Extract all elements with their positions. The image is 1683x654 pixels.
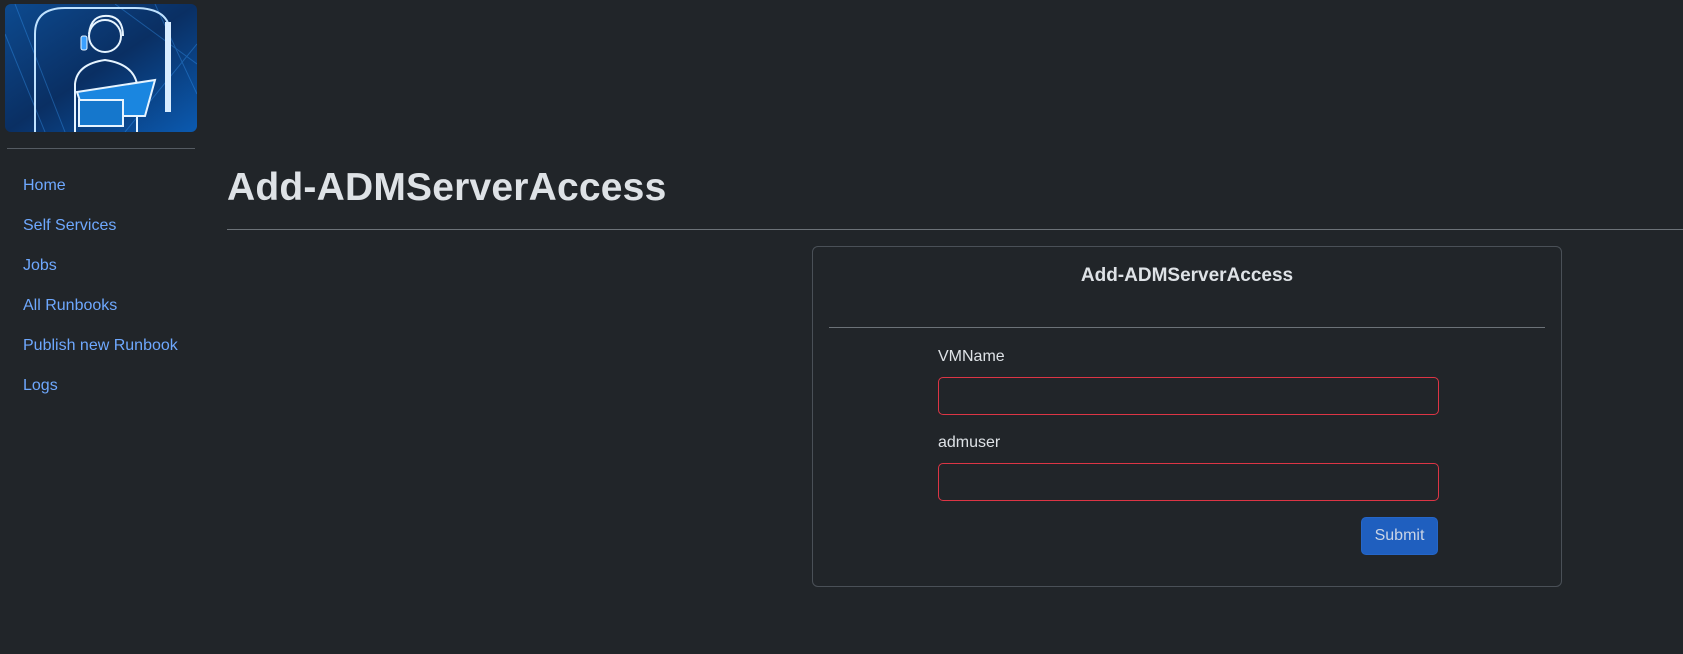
sidebar-item-publish-runbook: Publish new Runbook [23,332,178,372]
admuser-label: admuser [938,434,1001,451]
sidebar-link-jobs[interactable]: Jobs [23,252,57,280]
sidebar-link-publish-runbook[interactable]: Publish new Runbook [23,332,178,360]
sidebar-item-jobs: Jobs [23,252,178,292]
sidebar-link-all-runbooks[interactable]: All Runbooks [23,292,117,320]
app-root: Home Self Services Jobs All Runbooks Pub… [0,0,1683,654]
form-title: Add-ADMServerAccess [1080,265,1294,286]
vmname-input[interactable] [938,377,1439,415]
form-divider [829,327,1545,328]
sidebar-divider [7,148,195,149]
runbook-form-card: Add-ADMServerAccess VMName admuser Submi… [812,246,1562,587]
sidebar-link-home[interactable]: Home [23,172,66,200]
submit-button[interactable]: Submit [1361,517,1438,555]
sidebar-link-logs[interactable]: Logs [23,372,58,400]
page-title: Add-ADMServerAccess [227,166,667,209]
sidebar-item-home: Home [23,172,178,212]
title-divider [227,229,1683,230]
sidebar-nav: Home Self Services Jobs All Runbooks Pub… [23,172,178,412]
logo-illustration-icon [5,4,197,132]
sidebar: Home Self Services Jobs All Runbooks Pub… [0,0,200,654]
sidebar-item-self-services: Self Services [23,212,178,252]
logo[interactable] [5,4,197,132]
admuser-input[interactable] [938,463,1439,501]
vmname-label: VMName [938,348,1005,365]
sidebar-item-all-runbooks: All Runbooks [23,292,178,332]
sidebar-link-self-services[interactable]: Self Services [23,212,116,240]
sidebar-item-logs: Logs [23,372,178,412]
